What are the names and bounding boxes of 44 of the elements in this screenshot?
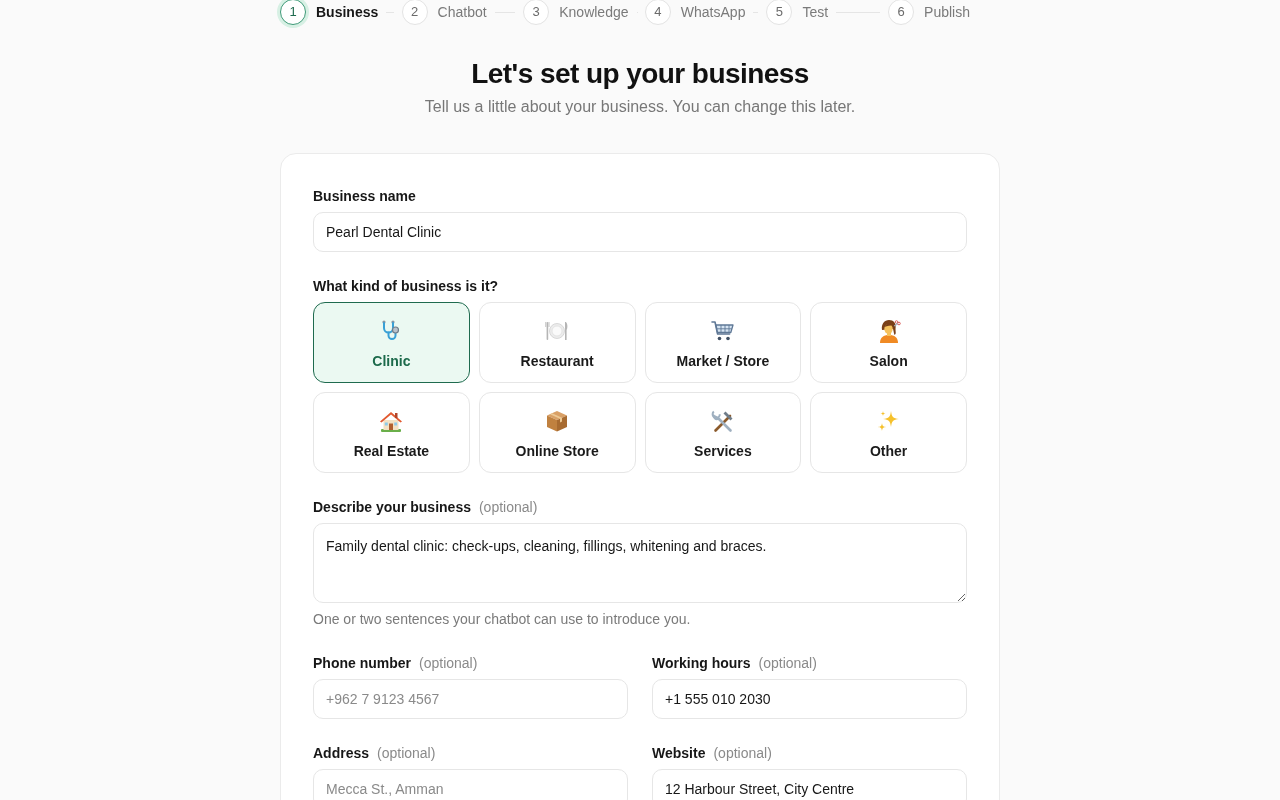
page-subtitle: Tell us a little about your business. You can change this later. bbox=[423, 97, 857, 117]
optional-note: (optional) bbox=[419, 654, 478, 673]
package-icon bbox=[545, 408, 570, 433]
step-number: 6 bbox=[888, 0, 915, 25]
text-field[interactable]: +1 555 010 2030 bbox=[652, 679, 967, 719]
step-label: WhatsApp bbox=[680, 3, 746, 22]
optional-note: (optional) bbox=[713, 744, 772, 763]
field-label: Website bbox=[652, 744, 706, 763]
business-type-option[interactable]: Other bbox=[810, 392, 967, 473]
text-field[interactable]: Pearl Dental Clinic bbox=[313, 212, 967, 252]
business-type-option[interactable]: Market / Store bbox=[644, 302, 802, 383]
step-number: 4 bbox=[644, 0, 671, 25]
field-hint: One or two sentences your chatbot can use to introduce you. bbox=[313, 610, 692, 629]
text-field[interactable]: Mecca St., Amman bbox=[313, 769, 628, 800]
field-label: Phone number bbox=[313, 654, 411, 673]
text-field[interactable]: 12 Harbour Street, City Centre bbox=[652, 769, 967, 800]
step-number: 3 bbox=[523, 0, 550, 25]
page-title: Let's set up your business bbox=[470, 57, 810, 91]
step-number: 2 bbox=[401, 0, 428, 25]
text-field[interactable]: +962 7 9123 4567 bbox=[313, 679, 628, 719]
optional-note: (optional) bbox=[478, 498, 538, 517]
hammer-wrench-icon bbox=[710, 408, 735, 433]
step-label: Knowledge bbox=[559, 3, 629, 22]
shopping-cart-icon bbox=[710, 318, 735, 343]
business-type-option[interactable]: Services bbox=[644, 392, 802, 473]
step-number: 1 bbox=[280, 0, 306, 25]
description-field[interactable]: Family dental clinic: check-ups, cleaning, fillings, whitening and braces. bbox=[313, 523, 967, 603]
step-label: Chatbot bbox=[437, 3, 487, 22]
field-label: What kind of business is it? bbox=[313, 277, 499, 296]
business-type-option[interactable]: Restaurant bbox=[478, 302, 636, 383]
field-label: Describe your business bbox=[313, 498, 471, 517]
business-type-option[interactable]: Salon bbox=[810, 302, 967, 383]
step-label: Business bbox=[316, 3, 379, 22]
step-number: 5 bbox=[766, 0, 793, 25]
field-label: Address bbox=[313, 744, 370, 763]
field-label: Business name bbox=[313, 187, 416, 206]
optional-note: (optional) bbox=[377, 744, 436, 763]
business-type-option[interactable]: Real Estate bbox=[313, 392, 470, 473]
step-label: Publish bbox=[924, 3, 970, 22]
step-label: Test bbox=[802, 3, 829, 22]
business-type-option[interactable]: Online Store bbox=[478, 392, 636, 473]
business-type-option[interactable]: Clinic bbox=[313, 302, 470, 383]
field-label: Working hours bbox=[652, 654, 751, 673]
optional-note: (optional) bbox=[758, 654, 817, 673]
